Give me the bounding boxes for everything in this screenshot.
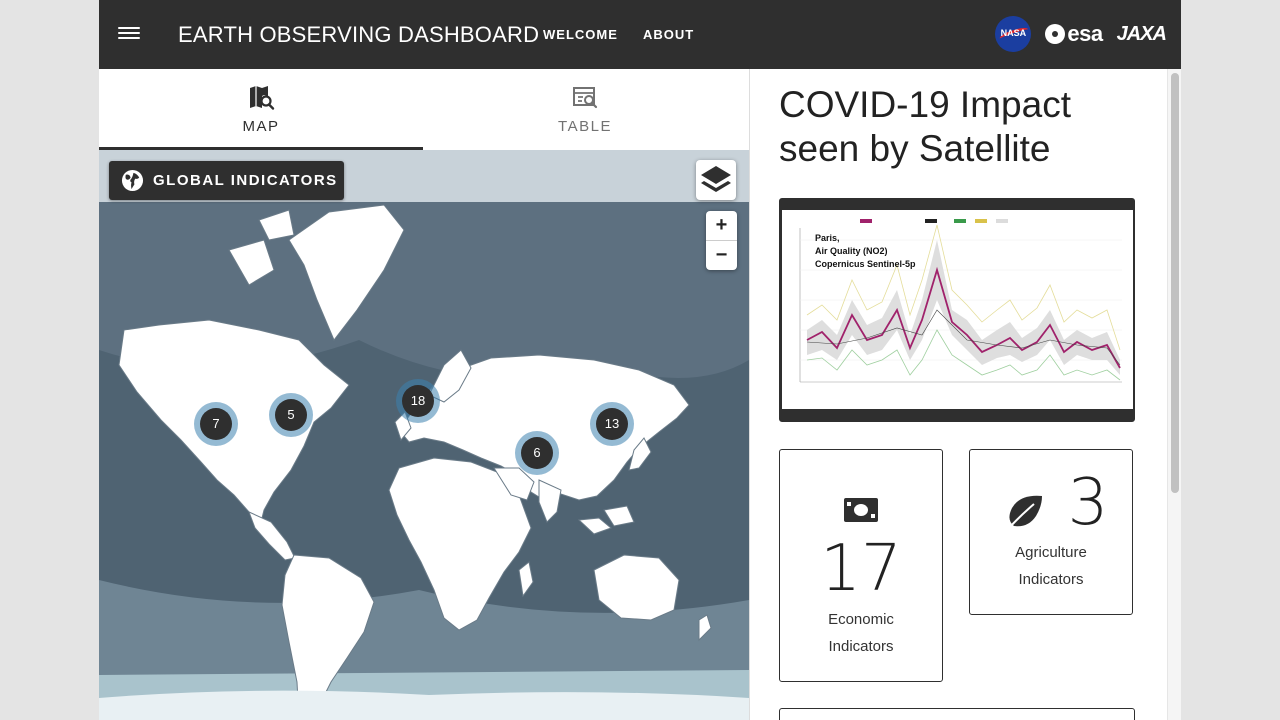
map-cluster-marker[interactable]: 5 xyxy=(269,393,313,437)
agriculture-indicators-label: Agriculture Indicators xyxy=(1015,544,1087,588)
partner-logos: NASA esa JAXA xyxy=(995,14,1167,54)
view-tabs: MAP TABLE xyxy=(99,69,749,150)
layers-button[interactable] xyxy=(696,160,736,200)
map-cluster-marker[interactable]: 7 xyxy=(194,402,238,446)
zoom-out-button[interactable]: − xyxy=(706,241,737,270)
global-indicators-button[interactable]: GLOBAL INDICATORS xyxy=(109,161,344,200)
story-title: COVID-19 Impact seen by Satellite xyxy=(779,84,1071,169)
app-window: EARTH OBSERVING DASHBOARD WELCOME ABOUT … xyxy=(99,0,1181,720)
global-indicators-label: GLOBAL INDICATORS xyxy=(153,172,338,189)
money-icon xyxy=(844,498,878,522)
story-panel: COVID-19 Impact seen by Satellite Paris,… xyxy=(750,69,1181,720)
app-title: EARTH OBSERVING DASHBOARD xyxy=(178,22,540,47)
globe-icon xyxy=(121,169,144,192)
agriculture-indicators-count: 3 xyxy=(1067,466,1109,540)
layers-icon xyxy=(701,166,731,192)
table-search-icon xyxy=(573,87,598,109)
nav-about-link[interactable]: ABOUT xyxy=(643,27,694,42)
chart-thumbnail: Paris, Air Quality (NO2) Copernicus Sent… xyxy=(782,210,1133,409)
tab-map[interactable]: MAP xyxy=(99,69,423,150)
top-app-bar: EARTH OBSERVING DASHBOARD WELCOME ABOUT … xyxy=(99,0,1181,69)
tab-table[interactable]: TABLE xyxy=(423,69,747,150)
economic-indicators-count: 17 xyxy=(820,532,902,606)
map-cluster-marker[interactable]: 13 xyxy=(590,402,634,446)
nav-welcome-link[interactable]: WELCOME xyxy=(543,27,618,42)
hamburger-menu-icon[interactable] xyxy=(118,24,140,44)
map-panel: MAP TABLE GLOBAL INDICATORS + − 7 5 18 1… xyxy=(99,69,749,720)
map-cluster-marker[interactable]: 6 xyxy=(515,431,559,475)
air-quality-chart-card[interactable]: Paris, Air Quality (NO2) Copernicus Sent… xyxy=(779,198,1135,422)
nasa-logo: NASA xyxy=(995,16,1032,52)
tab-table-label: TABLE xyxy=(558,118,612,135)
map-cluster-marker[interactable]: 18 xyxy=(396,379,440,423)
story-scrollbar[interactable] xyxy=(1167,69,1181,720)
world-map[interactable]: GLOBAL INDICATORS + − 7 5 18 13 6 xyxy=(99,150,749,720)
jaxa-logo: JAXA xyxy=(1116,22,1167,45)
scrollbar-thumb[interactable] xyxy=(1171,73,1179,493)
esa-logo: esa xyxy=(1045,21,1103,47)
economic-indicators-card[interactable]: 17 Economic Indicators xyxy=(779,449,943,682)
agriculture-indicators-card[interactable]: 3 Agriculture Indicators xyxy=(969,449,1133,615)
map-search-icon xyxy=(250,86,275,110)
economic-indicators-label: Economic Indicators xyxy=(828,611,894,655)
tab-map-label: MAP xyxy=(242,118,280,135)
chart-caption: Paris, Air Quality (NO2) Copernicus Sent… xyxy=(815,233,916,269)
next-card[interactable] xyxy=(779,708,1135,720)
zoom-control: + − xyxy=(706,211,737,270)
leaf-icon xyxy=(1007,495,1042,530)
zoom-in-button[interactable]: + xyxy=(706,211,737,240)
